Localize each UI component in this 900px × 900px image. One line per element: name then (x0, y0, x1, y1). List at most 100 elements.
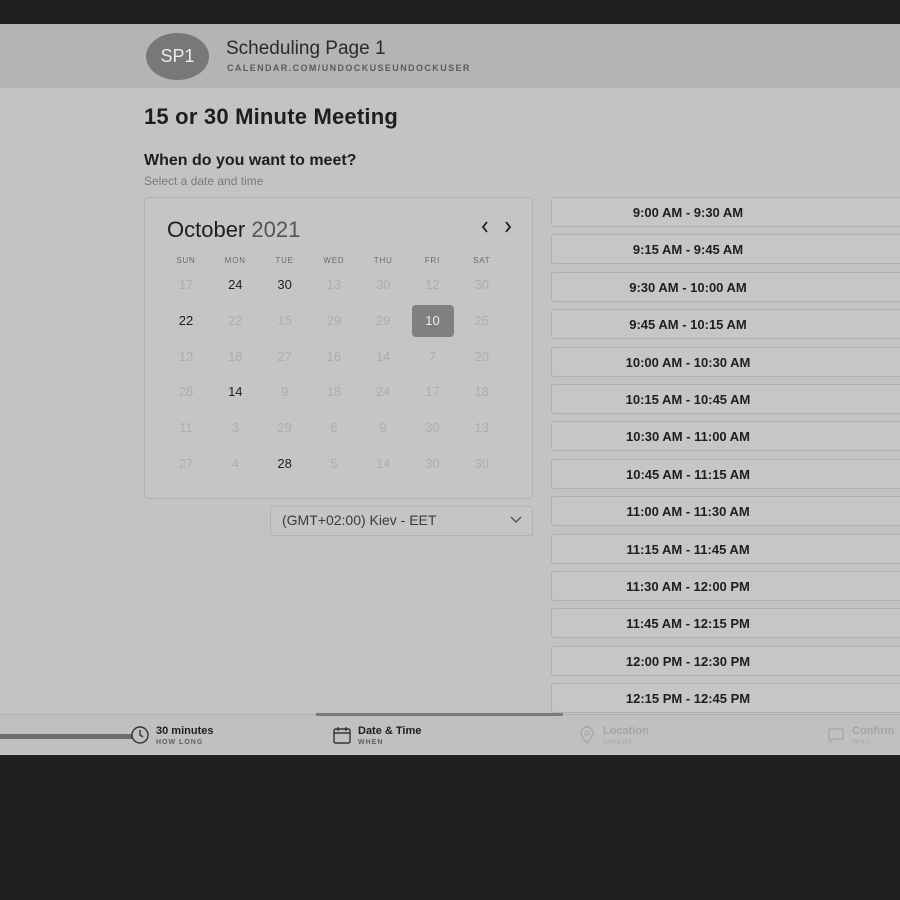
step-date-time-sub: WHEN (358, 739, 384, 746)
time-slot-button[interactable]: 9:15 AM - 9:45 AM (551, 234, 900, 265)
calendar-day-unavailable: 9 (379, 420, 387, 436)
step-duration-sub: HOW LONG (156, 739, 204, 746)
calendar-day-available[interactable]: 30 (264, 269, 306, 301)
calendar-day-unavailable: 30 (425, 456, 440, 471)
time-slot-button[interactable]: 10:00 AM - 10:30 AM (551, 346, 900, 377)
calendar-day-unavailable: 25 (474, 312, 490, 328)
day-of-week-label: SAT (473, 256, 491, 265)
calendar-day-available[interactable]: 14 (214, 376, 256, 408)
time-slot-label: 9:30 AM - 10:00 AM (629, 279, 747, 295)
calendar-day-unavailable: 22 (228, 312, 243, 328)
calendar-day-unavailable: 14 (375, 456, 391, 471)
time-slot-label: 9:45 AM - 10:15 AM (629, 317, 747, 333)
time-slot-label: 10:30 AM - 11:00 AM (625, 429, 751, 445)
next-month-button[interactable] (499, 218, 517, 240)
time-slot-button[interactable]: 9:45 AM - 10:15 AM (551, 309, 900, 340)
time-slot-button[interactable]: 10:45 AM - 11:15 AM (551, 458, 900, 489)
calendar-month-year: October 2021 (167, 217, 300, 243)
calendar-week-row: 28 14 9 18 24 17 18 (165, 376, 515, 399)
time-slot-label: 10:00 AM - 10:30 AM (625, 354, 751, 370)
calendar-icon (333, 727, 351, 744)
time-slot-label: 9:00 AM - 9:30 AM (632, 205, 744, 220)
calendar-week-row: 17 24 30 13 30 12 30 (165, 269, 515, 292)
calendar-day-unavailable: 27 (277, 348, 292, 364)
comment-icon (828, 728, 844, 744)
calendar-day-unavailable: 18 (474, 384, 490, 400)
step-progress-bar: 30 minutes HOW LONG Date & Time WHEN Loc… (0, 713, 900, 755)
step-location-label: Location (603, 725, 649, 737)
calendar-week-row: 22 22 15 29 29 10 25 (165, 304, 515, 337)
timezone-select[interactable]: (GMT+02:00) Kiev - EET (270, 506, 533, 536)
calendar-day-unavailable: 5 (330, 456, 338, 471)
calendar-day-unavailable: 13 (474, 420, 490, 436)
calendar-day-unavailable: 4 (231, 456, 239, 471)
time-slot-button[interactable]: 10:15 AM - 10:45 AM (551, 384, 900, 414)
time-slot-button[interactable]: 9:00 AM - 9:30 AM (551, 197, 900, 227)
calendar-day-unavailable: 24 (375, 384, 391, 400)
scheduling-page-name: Scheduling Page 1 (226, 38, 386, 59)
progress-completed-bar (0, 734, 132, 739)
time-slot-label: 12:15 PM - 12:45 PM (625, 691, 751, 707)
time-slot-label: 12:00 PM - 12:30 PM (625, 653, 751, 669)
calendar-day-unavailable: 20 (474, 348, 490, 364)
timezone-value: (GMT+02:00) Kiev - EET (282, 512, 437, 528)
time-slot-button[interactable]: 12:15 PM - 12:45 PM (551, 683, 900, 714)
calendar-day-unavailable: 30 (425, 420, 440, 436)
calendar-day-unavailable: 18 (228, 348, 243, 364)
calendar-week-row: 27 4 28 5 14 30 30 (165, 448, 515, 471)
day-of-week-label: WED (323, 256, 345, 265)
calendar-day-selected[interactable]: 10 (411, 304, 454, 337)
step-confirm-sub: WHO (852, 739, 873, 746)
calendar-day-unavailable: 13 (326, 277, 342, 292)
calendar-day-unavailable: 27 (178, 456, 194, 471)
location-pin-icon (580, 726, 594, 745)
calendar-day-available[interactable]: 22 (165, 305, 207, 337)
question-heading: When do you want to meet? (144, 152, 357, 169)
calendar-day-available[interactable]: 24 (214, 269, 256, 301)
chevron-right-icon (505, 221, 512, 233)
prev-month-button[interactable] (476, 218, 494, 240)
calendar-day-available[interactable]: 28 (264, 448, 306, 480)
question-subheading: Select a date and time (144, 174, 264, 188)
calendar-day-unavailable: 16 (326, 348, 342, 364)
time-slot-button[interactable]: 10:30 AM - 11:00 AM (551, 421, 900, 452)
step-date-time-label: Date & Time (358, 725, 422, 737)
day-of-week-label: SUN (176, 256, 196, 265)
day-of-week-label: TUE (275, 256, 294, 265)
calendar-day-unavailable: 28 (178, 384, 194, 400)
avatar[interactable]: SP1 (146, 33, 209, 80)
header-bar: SP1 Scheduling Page 1 CALENDAR.COM/UNDOC… (0, 24, 900, 88)
time-slot-button[interactable]: 11:45 AM - 12:15 PM (551, 608, 900, 639)
time-slot-button[interactable]: 9:30 AM - 10:00 AM (551, 271, 900, 302)
time-slot-label: 11:00 AM - 11:30 AM (626, 504, 750, 520)
calendar-day-unavailable: 6 (330, 420, 338, 436)
time-slot-button[interactable]: 11:30 AM - 12:00 PM (551, 571, 900, 601)
calendar: October 2021 SUN MON TUE WED THU FRI SAT 17 24 3… (144, 197, 533, 499)
calendar-day-unavailable: 29 (375, 312, 391, 328)
calendar-day-unavailable: 12 (425, 277, 440, 292)
calendar-day-unavailable: 9 (280, 384, 289, 400)
time-slot-button[interactable]: 11:15 AM - 11:45 AM (551, 533, 900, 564)
calendar-day-unavailable: 15 (277, 312, 292, 328)
calendar-day-unavailable: 17 (178, 277, 194, 292)
calendar-day-unavailable: 13 (178, 348, 194, 364)
time-slot-button[interactable]: 12:00 PM - 12:30 PM (551, 645, 900, 676)
app-window: SP1 Scheduling Page 1 CALENDAR.COM/UNDOC… (0, 24, 900, 755)
time-slot-label: 9:15 AM - 9:45 AM (632, 242, 744, 258)
calendar-day-unavailable: 7 (428, 348, 437, 364)
day-of-week-label: THU (373, 256, 393, 265)
calendar-day-unavailable: 30 (375, 277, 391, 292)
time-slot-label: 10:45 AM - 11:15 AM (625, 466, 751, 482)
scheduling-page-url[interactable]: CALENDAR.COM/UNDOCKUSEUNDOCKUSER (227, 63, 471, 73)
time-slot-button[interactable]: 11:00 AM - 11:30 AM (551, 496, 900, 527)
time-slot-label: 11:30 AM - 12:00 PM (626, 579, 750, 594)
calendar-day-unavailable: 18 (326, 384, 342, 400)
step-confirm-label: Confirm (852, 725, 895, 737)
calendar-day-unavailable: 17 (425, 384, 440, 400)
calendar-day-unavailable: 30 (474, 277, 490, 292)
time-slot-label: 11:15 AM - 11:45 AM (626, 541, 750, 557)
day-of-week-label: MON (224, 256, 246, 265)
step-location-sub: WHERE (603, 739, 635, 746)
step-duration-label: 30 minutes (156, 725, 214, 737)
calendar-week-row: 11 3 29 6 9 30 13 (165, 412, 515, 435)
